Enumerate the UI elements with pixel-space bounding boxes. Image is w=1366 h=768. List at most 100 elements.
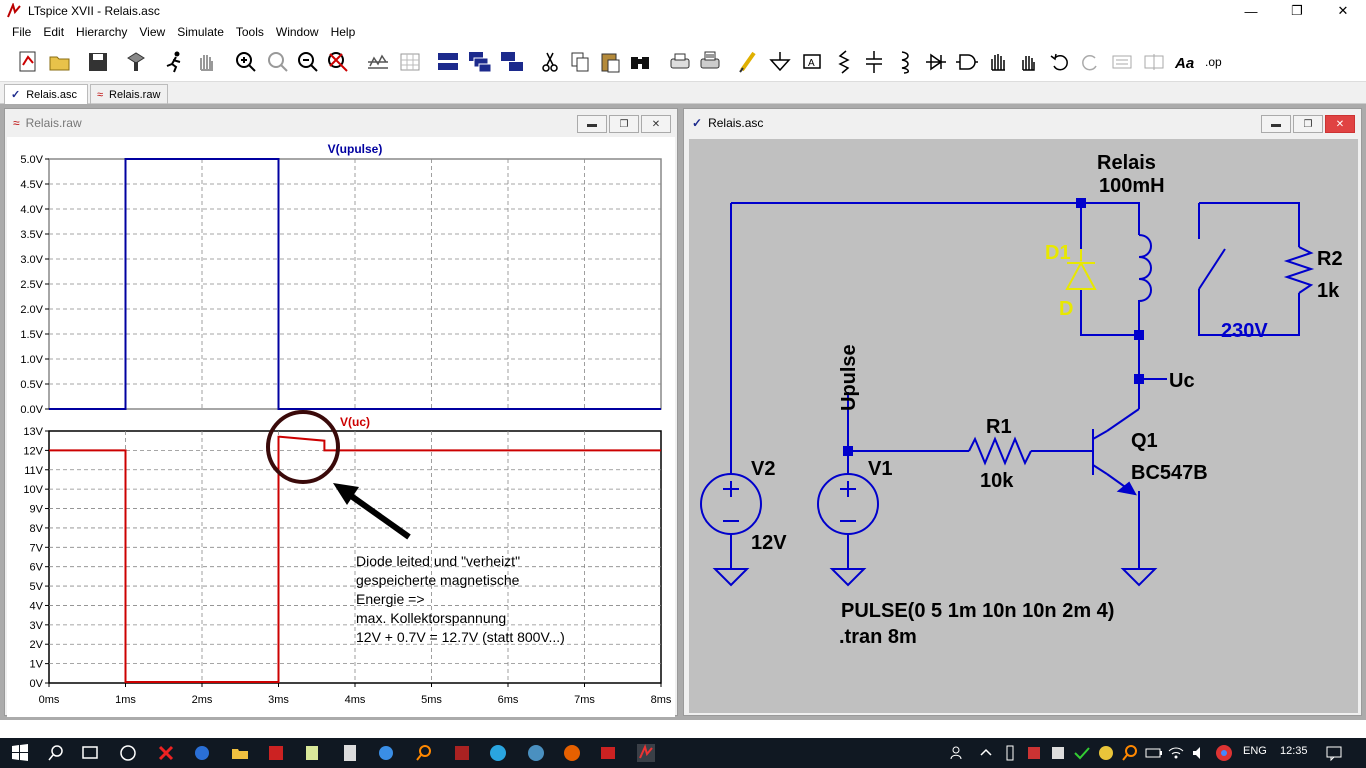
inductor-icon[interactable] bbox=[890, 48, 918, 76]
r1-value-label[interactable]: 10k bbox=[980, 470, 1014, 492]
print-setup-icon[interactable] bbox=[666, 48, 694, 76]
grid-icon[interactable] bbox=[396, 48, 424, 76]
app-icon[interactable] bbox=[156, 743, 176, 763]
relay-name-label[interactable]: Relais bbox=[1097, 152, 1156, 174]
d1-name-label[interactable]: D1 bbox=[1045, 242, 1071, 264]
rotate-icon[interactable] bbox=[1108, 48, 1136, 76]
control-panel-icon[interactable] bbox=[122, 48, 150, 76]
close-button[interactable]: ✕ bbox=[1320, 0, 1366, 22]
menu-help[interactable]: Help bbox=[325, 25, 362, 39]
mirror-icon[interactable] bbox=[1140, 48, 1168, 76]
minimize-button[interactable]: — bbox=[1228, 0, 1274, 22]
maximize-button[interactable]: ❐ bbox=[1274, 0, 1320, 22]
r2-value-label[interactable]: 1k bbox=[1317, 280, 1340, 302]
language-indicator[interactable]: ENG bbox=[1243, 745, 1267, 757]
skype-icon[interactable] bbox=[488, 743, 508, 763]
q1-value-label[interactable]: BC547B bbox=[1131, 462, 1208, 484]
task-view-icon[interactable] bbox=[80, 743, 100, 763]
people-icon[interactable] bbox=[948, 743, 968, 763]
clock[interactable]: 12:35 bbox=[1280, 745, 1308, 757]
app-icon[interactable] bbox=[302, 743, 322, 763]
waveform-plot[interactable]: 5.0V 4.5V 4.0V 3.5V 3.0V 2.5V 2.0V 1.5V 1.0V 0.5V… bbox=[7, 137, 675, 717]
zoom-fit-icon[interactable] bbox=[324, 48, 352, 76]
component-icon[interactable] bbox=[952, 48, 980, 76]
v1-name-label[interactable]: V1 bbox=[868, 458, 892, 480]
firefox-icon[interactable] bbox=[562, 743, 582, 763]
tile-vertical-icon[interactable] bbox=[498, 48, 526, 76]
schematic-canvas[interactable]: Relais 100mH R2 1k Uc R1 10k Q1 BC547B V… bbox=[689, 139, 1358, 713]
app-icon[interactable] bbox=[192, 743, 212, 763]
draw-wire-icon[interactable] bbox=[734, 48, 762, 76]
app-icon[interactable] bbox=[266, 743, 286, 763]
d1-value-label[interactable]: D bbox=[1059, 298, 1073, 320]
tile-horizontal-icon[interactable] bbox=[434, 48, 462, 76]
copy-icon[interactable] bbox=[566, 48, 594, 76]
open-folder-icon[interactable] bbox=[46, 48, 74, 76]
app-icon[interactable] bbox=[452, 743, 472, 763]
v2-value-label[interactable]: 12V bbox=[751, 532, 787, 554]
text-icon[interactable]: Aa bbox=[1172, 48, 1200, 76]
find-binoculars-icon[interactable] bbox=[626, 48, 654, 76]
cut-icon[interactable] bbox=[536, 48, 564, 76]
capacitor-icon[interactable] bbox=[860, 48, 888, 76]
resistor-icon[interactable] bbox=[830, 48, 858, 76]
usb-icon[interactable] bbox=[1000, 743, 1020, 763]
tray-app-icon[interactable] bbox=[1048, 743, 1068, 763]
run-icon[interactable] bbox=[160, 48, 188, 76]
relay-value-label[interactable]: 100mH bbox=[1099, 175, 1165, 197]
calculator-icon[interactable] bbox=[340, 743, 360, 763]
menu-file[interactable]: File bbox=[6, 25, 37, 39]
print-icon[interactable] bbox=[696, 48, 724, 76]
q1-name-label[interactable]: Q1 bbox=[1131, 430, 1158, 452]
tray-app-icon[interactable] bbox=[1024, 743, 1044, 763]
bottom-trace-label[interactable]: V(uc) bbox=[340, 415, 370, 429]
pulse-spec-label[interactable]: PULSE(0 5 1m 10n 10n 2m 4) bbox=[841, 600, 1114, 622]
save-icon[interactable] bbox=[84, 48, 112, 76]
chrome-icon[interactable] bbox=[1214, 743, 1234, 763]
ltspice-taskbar-icon[interactable] bbox=[636, 743, 656, 763]
undo-icon[interactable] bbox=[1046, 48, 1074, 76]
menu-simulate[interactable]: Simulate bbox=[171, 25, 230, 39]
ground-icon[interactable] bbox=[766, 48, 794, 76]
zoom-in-icon[interactable] bbox=[232, 48, 260, 76]
new-schematic-icon[interactable] bbox=[14, 48, 42, 76]
battery-icon[interactable] bbox=[1144, 743, 1164, 763]
label-net-icon[interactable]: A bbox=[798, 48, 826, 76]
app-icon[interactable] bbox=[526, 743, 546, 763]
cascade-icon[interactable] bbox=[466, 48, 494, 76]
menu-view[interactable]: View bbox=[133, 25, 171, 39]
windows-start-icon[interactable] bbox=[10, 743, 30, 763]
drag-hand-icon[interactable] bbox=[1014, 48, 1042, 76]
tray-search-icon[interactable] bbox=[1120, 743, 1140, 763]
chevron-up-icon[interactable] bbox=[976, 743, 996, 763]
volume-icon[interactable] bbox=[1190, 743, 1210, 763]
waveform-minimize-button[interactable]: ▬ bbox=[577, 115, 607, 133]
schematic-restore-button[interactable]: ❐ bbox=[1293, 115, 1323, 133]
search-icon[interactable] bbox=[46, 743, 66, 763]
menu-hierarchy[interactable]: Hierarchy bbox=[70, 25, 133, 39]
v230-label[interactable]: 230V bbox=[1221, 320, 1268, 342]
spice-directive-icon[interactable]: .op bbox=[1202, 48, 1230, 76]
tab-relais-raw[interactable]: ≈ Relais.raw bbox=[90, 84, 168, 104]
move-hand-icon[interactable] bbox=[984, 48, 1012, 76]
tray-app-icon[interactable] bbox=[1072, 743, 1092, 763]
zoom-out-icon[interactable] bbox=[294, 48, 322, 76]
upulse-net-label[interactable]: Upulse bbox=[838, 344, 860, 411]
r1-name-label[interactable]: R1 bbox=[986, 416, 1012, 438]
uc-net-label[interactable]: Uc bbox=[1169, 370, 1195, 392]
menu-window[interactable]: Window bbox=[270, 25, 325, 39]
menu-edit[interactable]: Edit bbox=[37, 25, 70, 39]
halt-hand-icon[interactable] bbox=[192, 48, 220, 76]
v2-name-label[interactable]: V2 bbox=[751, 458, 775, 480]
menu-tools[interactable]: Tools bbox=[230, 25, 270, 39]
tab-relais-asc[interactable]: ✓ Relais.asc bbox=[4, 84, 88, 104]
tran-directive-label[interactable]: .tran 8m bbox=[839, 626, 917, 648]
app-icon[interactable] bbox=[414, 743, 434, 763]
schematic-close-button[interactable]: ✕ bbox=[1325, 115, 1355, 133]
waveform-close-button[interactable]: ✕ bbox=[641, 115, 671, 133]
r2-name-label[interactable]: R2 bbox=[1317, 248, 1343, 270]
app-icon[interactable] bbox=[376, 743, 396, 763]
schematic-minimize-button[interactable]: ▬ bbox=[1261, 115, 1291, 133]
redo-icon[interactable] bbox=[1076, 48, 1104, 76]
file-explorer-icon[interactable] bbox=[230, 743, 250, 763]
